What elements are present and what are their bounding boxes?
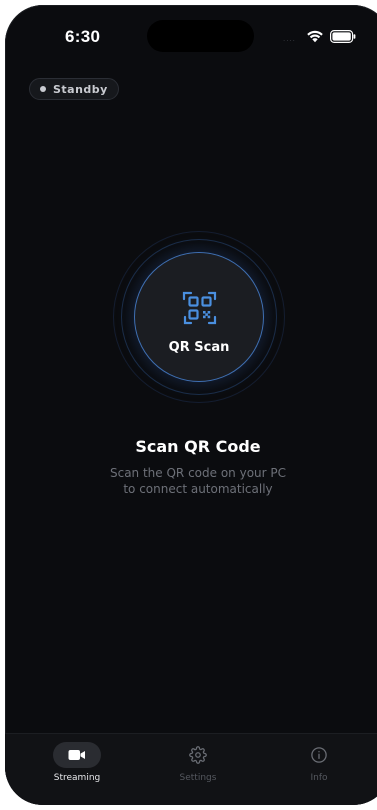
video-camera-icon [68, 750, 85, 760]
tab-info-icon-pill [295, 742, 343, 768]
description-line-2: to connect automatically [123, 482, 273, 496]
tab-settings[interactable]: Settings [138, 742, 258, 792]
tab-streaming-label: Streaming [53, 773, 101, 783]
tab-streaming-icon-pill [53, 742, 101, 768]
page-description: Scan the QR code on your PC to connect a… [5, 465, 377, 497]
qr-code-icon [182, 291, 217, 325]
status-badge-label: Standby [53, 82, 108, 96]
status-time: 6:30 [65, 27, 101, 46]
qr-scan-label: QR Scan [168, 340, 230, 355]
battery-icon [330, 30, 356, 43]
tab-info[interactable]: Info [259, 742, 377, 792]
tab-info-label: Info [310, 773, 328, 783]
status-bar: 6:30 .... [5, 5, 377, 65]
wifi-icon [307, 30, 323, 43]
signal-icon: .... [283, 34, 296, 43]
dynamic-island [147, 20, 254, 52]
tab-settings-icon-pill [174, 742, 222, 768]
gear-icon [189, 746, 207, 764]
tab-streaming[interactable]: Streaming [17, 742, 137, 792]
page-title: Scan QR Code [135, 437, 261, 456]
tab-settings-label: Settings [179, 773, 217, 783]
app-screen: 6:30 .... Standby QR Scan Scan QR Code S… [5, 5, 377, 805]
qr-scan-button[interactable]: QR Scan [134, 252, 264, 382]
status-dot [40, 86, 46, 92]
tab-bar: Streaming Settings Info [5, 733, 377, 805]
info-icon [311, 747, 327, 763]
description-line-1: Scan the QR code on your PC [109, 466, 287, 480]
status-badge: Standby [29, 78, 119, 100]
